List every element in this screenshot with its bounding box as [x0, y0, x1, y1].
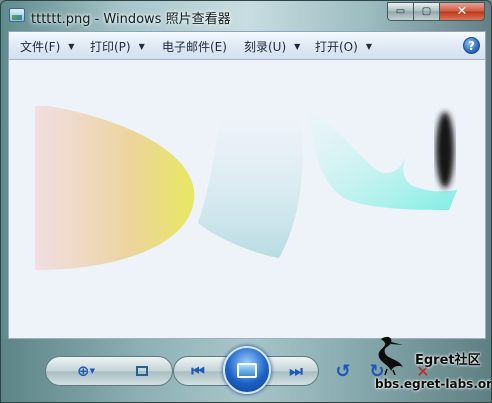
window-title: tttttt.png - Windows 照片查看器	[31, 12, 231, 27]
view-controls-group	[45, 356, 173, 386]
menu-burn[interactable]: 刻录(U) ▼	[244, 32, 300, 60]
maximize-icon: ▢	[421, 6, 432, 17]
actual-size-button[interactable]	[131, 360, 153, 382]
rotate-counterclockwise-button[interactable]: ↺	[331, 359, 355, 383]
next-icon: ⏭	[289, 362, 303, 380]
image-canvas	[8, 60, 486, 339]
photo-viewer-app-icon	[9, 8, 25, 22]
menu-file-label: 文件(F)	[20, 39, 61, 54]
minimize-icon: ▭	[395, 6, 406, 17]
previous-icon: ⏮	[191, 362, 205, 380]
menu-email-label: 电子邮件(E)	[162, 39, 227, 54]
chevron-down-icon: ▼	[138, 41, 145, 51]
chevron-down-icon: ▼	[68, 41, 75, 51]
displayed-image	[35, 106, 457, 270]
image-shape-cone	[35, 106, 195, 270]
watermark-url: bbs.egret-labs.org	[375, 377, 492, 391]
image-shape-dark-blob	[436, 112, 454, 188]
next-button[interactable]: ⏭	[285, 360, 307, 382]
minimize-button[interactable]: ▭	[387, 2, 413, 21]
chevron-down-icon: ▼	[294, 41, 301, 51]
photo-viewer-window: tttttt.png - Windows 照片查看器 ▭ ▢ ✕ 文件(F) ▼ …	[0, 0, 492, 403]
slideshow-button[interactable]	[223, 346, 271, 394]
close-button[interactable]: ✕	[439, 2, 485, 21]
chevron-down-icon: ▼	[89, 367, 95, 375]
actual-size-icon	[136, 366, 148, 376]
menu-open-label: 打开(O)	[315, 39, 358, 54]
magnifier-plus-icon: ⊕	[77, 362, 90, 380]
egret-bird-logo	[378, 336, 403, 375]
menu-file[interactable]: 文件(F) ▼	[20, 32, 74, 60]
egret-watermark: Egret社区 bbs.egret-labs.org	[373, 333, 491, 401]
maximize-button[interactable]: ▢	[413, 2, 439, 21]
image-shape-wave	[309, 110, 457, 210]
previous-button[interactable]: ⏮	[187, 360, 209, 382]
menu-print-label: 打印(P)	[90, 39, 131, 54]
help-icon[interactable]: ?	[463, 37, 480, 54]
menu-open[interactable]: 打开(O) ▼	[315, 32, 372, 60]
slideshow-icon	[237, 362, 257, 378]
window-controls: ▭ ▢ ✕	[387, 2, 485, 21]
zoom-button[interactable]: ⊕ ▼	[71, 360, 101, 382]
watermark-title: Egret社区	[415, 353, 481, 368]
menu-email[interactable]: 电子邮件(E)	[162, 32, 227, 60]
menu-print[interactable]: 打印(P) ▼	[90, 32, 145, 60]
chevron-down-icon: ▼	[365, 41, 372, 51]
title-bar[interactable]: tttttt.png - Windows 照片查看器 ▭ ▢ ✕	[1, 1, 491, 31]
rotate-counterclockwise-icon: ↺	[335, 360, 351, 382]
menu-burn-label: 刻录(U)	[244, 39, 287, 54]
image-shape-arc	[198, 111, 303, 258]
close-icon: ✕	[456, 4, 468, 19]
menu-bar: 文件(F) ▼ 打印(P) ▼ 电子邮件(E) 刻录(U) ▼ 打开(O) ▼ ?	[8, 31, 486, 60]
